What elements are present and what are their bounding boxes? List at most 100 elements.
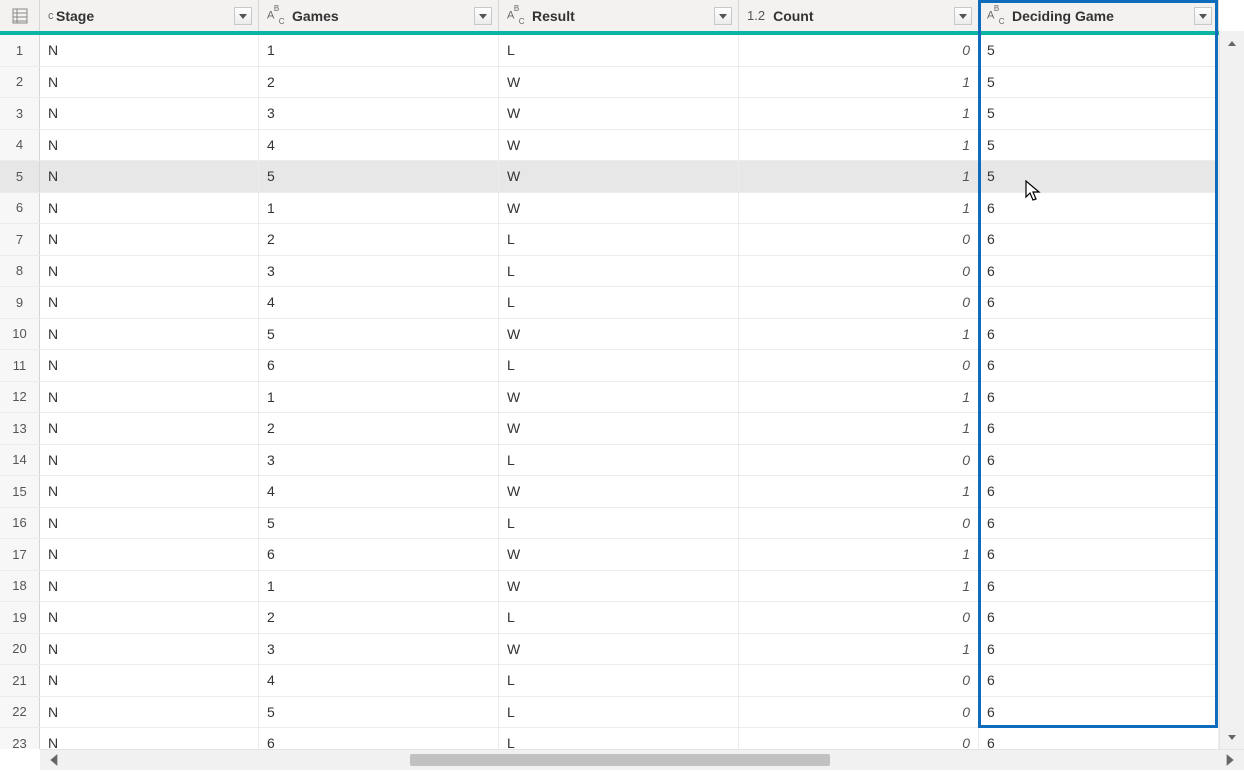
cell-result[interactable]: W [499,193,739,224]
row-number[interactable]: 20 [0,634,40,665]
cell-result[interactable]: W [499,130,739,161]
cell-count[interactable]: 0 [739,508,979,539]
cell-stage[interactable]: N [40,508,259,539]
cell-stage[interactable]: N [40,665,259,696]
cell-result[interactable]: L [499,350,739,381]
table-row[interactable]: 19N2L06 [0,602,1219,634]
cell-games[interactable]: 5 [259,508,499,539]
column-header-result[interactable]: ABC Result [499,0,739,31]
row-number[interactable]: 21 [0,665,40,696]
row-number[interactable]: 5 [0,161,40,192]
cell-stage[interactable]: N [40,130,259,161]
cell-stage[interactable]: N [40,67,259,98]
cell-games[interactable]: 2 [259,602,499,633]
cell-games[interactable]: 6 [259,728,499,749]
cell-result[interactable]: L [499,256,739,287]
cell-stage[interactable]: N [40,319,259,350]
cell-result[interactable]: W [499,98,739,129]
table-row[interactable]: 3N3W15 [0,98,1219,130]
cell-stage[interactable]: N [40,224,259,255]
cell-deciding-game[interactable]: 6 [979,287,1219,318]
table-row[interactable]: 20N3W16 [0,634,1219,666]
cell-count[interactable]: 1 [739,98,979,129]
horizontal-scroll-track[interactable] [70,750,1214,770]
column-header-games[interactable]: ABC Games [259,0,499,31]
cell-deciding-game[interactable]: 6 [979,193,1219,224]
row-number[interactable]: 14 [0,445,40,476]
cell-stage[interactable]: N [40,476,259,507]
cell-deciding-game[interactable]: 6 [979,224,1219,255]
row-number[interactable]: 16 [0,508,40,539]
table-row[interactable]: 10N5W16 [0,319,1219,351]
row-number[interactable]: 15 [0,476,40,507]
row-number[interactable]: 12 [0,382,40,413]
cell-deciding-game[interactable]: 6 [979,350,1219,381]
cell-games[interactable]: 6 [259,350,499,381]
cell-deciding-game[interactable]: 6 [979,256,1219,287]
table-row[interactable]: 11N6L06 [0,350,1219,382]
cell-count[interactable]: 1 [739,130,979,161]
cell-games[interactable]: 6 [259,539,499,570]
cell-games[interactable]: 5 [259,697,499,728]
cell-games[interactable]: 1 [259,35,499,66]
column-header-deciding-game[interactable]: ABC Deciding Game [979,0,1219,31]
cell-deciding-game[interactable]: 6 [979,602,1219,633]
table-row[interactable]: 1N1L05 [0,35,1219,67]
row-number[interactable]: 10 [0,319,40,350]
row-number[interactable]: 11 [0,350,40,381]
table-row[interactable]: 22N5L06 [0,697,1219,729]
table-row[interactable]: 2N2W15 [0,67,1219,99]
cell-count[interactable]: 0 [739,35,979,66]
cell-games[interactable]: 2 [259,413,499,444]
cell-games[interactable]: 4 [259,665,499,696]
cell-result[interactable]: L [499,445,739,476]
cell-stage[interactable]: N [40,697,259,728]
cell-result[interactable]: W [499,382,739,413]
cell-stage[interactable]: N [40,728,259,749]
row-number[interactable]: 22 [0,697,40,728]
scroll-up-button[interactable] [1220,31,1244,56]
cell-deciding-game[interactable]: 6 [979,319,1219,350]
cell-stage[interactable]: N [40,602,259,633]
cell-result[interactable]: L [499,728,739,749]
cell-stage[interactable]: N [40,445,259,476]
select-all-corner[interactable] [0,0,40,31]
cell-count[interactable]: 0 [739,602,979,633]
cell-stage[interactable]: N [40,413,259,444]
table-row[interactable]: 13N2W16 [0,413,1219,445]
table-row[interactable]: 6N1W16 [0,193,1219,225]
cell-stage[interactable]: N [40,98,259,129]
row-number[interactable]: 2 [0,67,40,98]
cell-count[interactable]: 0 [739,445,979,476]
horizontal-scrollbar[interactable] [40,749,1244,770]
cell-deciding-game[interactable]: 5 [979,161,1219,192]
cell-stage[interactable]: N [40,256,259,287]
table-row[interactable]: 23N6L06 [0,728,1219,749]
cell-count[interactable]: 0 [739,665,979,696]
cell-stage[interactable]: N [40,287,259,318]
cell-result[interactable]: L [499,697,739,728]
cell-stage[interactable]: N [40,35,259,66]
cell-count[interactable]: 0 [739,224,979,255]
horizontal-scroll-thumb[interactable] [410,754,830,766]
cell-stage[interactable]: N [40,350,259,381]
row-number[interactable]: 13 [0,413,40,444]
cell-result[interactable]: L [499,35,739,66]
row-number[interactable]: 6 [0,193,40,224]
table-row[interactable]: 21N4L06 [0,665,1219,697]
scroll-down-button[interactable] [1220,724,1244,749]
cell-stage[interactable]: N [40,193,259,224]
filter-dropdown-button[interactable] [714,7,732,25]
cell-games[interactable]: 1 [259,193,499,224]
cell-count[interactable]: 0 [739,697,979,728]
cell-result[interactable]: W [499,413,739,444]
cell-deciding-game[interactable]: 5 [979,35,1219,66]
row-number[interactable]: 17 [0,539,40,570]
row-number[interactable]: 19 [0,602,40,633]
table-row[interactable]: 17N6W16 [0,539,1219,571]
table-row[interactable]: 7N2L06 [0,224,1219,256]
table-row[interactable]: 18N1W16 [0,571,1219,603]
column-header-stage[interactable]: c Stage [40,0,259,31]
cell-stage[interactable]: N [40,539,259,570]
cell-count[interactable]: 1 [739,476,979,507]
